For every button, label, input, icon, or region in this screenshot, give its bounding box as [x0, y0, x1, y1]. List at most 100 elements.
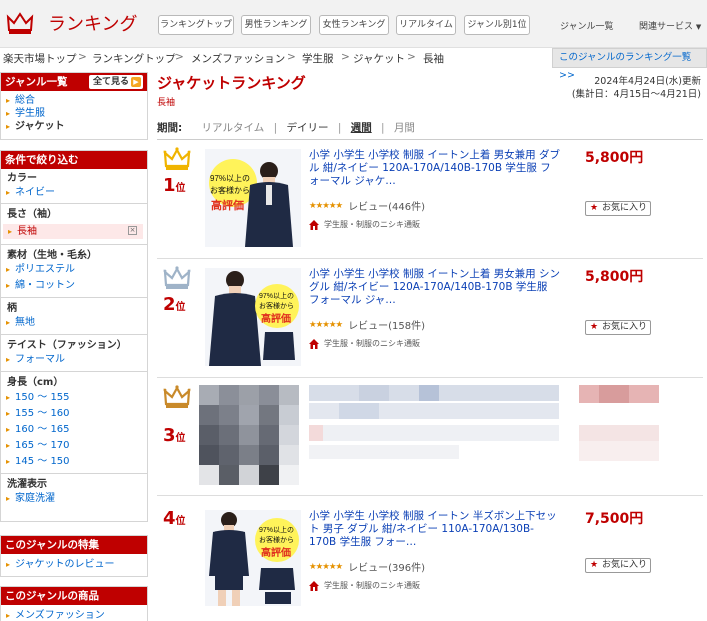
show-all-button[interactable]: 全て見る ▶ [88, 75, 143, 89]
filter-pattern-plain[interactable]: 無地 [1, 316, 147, 329]
ranking-logo[interactable]: ランキング [6, 10, 137, 36]
filter-taste-title: テイスト（ファッション） [7, 340, 127, 351]
period-daily-link[interactable]: デイリー [286, 122, 328, 134]
related-services-link[interactable]: 関連サービス ▼ [639, 19, 701, 32]
crumb-mens-fashion[interactable]: メンズファッション [191, 51, 285, 66]
ranking-item: 3位 [157, 379, 703, 496]
favorite-star-icon: ★ [590, 203, 599, 213]
arrow-right-icon: ▶ [131, 77, 141, 87]
nav-genre-first-button[interactable]: ジャンル別1位 [464, 15, 530, 35]
svg-text:97%以上の: 97%以上の [259, 291, 294, 300]
show-all-label: 全て見る [92, 77, 129, 87]
genre-item-all[interactable]: 総合 [1, 94, 147, 107]
genre-item-uniform[interactable]: 学生服 [1, 107, 147, 120]
rank-number: 2位 [163, 294, 186, 315]
feature-header: このジャンルの特集 [1, 536, 147, 554]
product-rating: ★★★★★ レビュー(396件) [309, 559, 425, 575]
genre-ranking-list-link[interactable]: このジャンルのランキング一覧 >> [552, 48, 707, 81]
page-subtag: 長袖 [157, 98, 176, 108]
svg-text:97%以上の: 97%以上の [210, 174, 250, 183]
period-divider-line [157, 139, 703, 140]
logo-text: ランキング [48, 14, 138, 35]
product-price: 7,500円 [585, 511, 644, 527]
genre-list-title: ジャンル一覧 [5, 76, 68, 88]
svg-text:97%以上の: 97%以上の [259, 525, 294, 534]
filter-pattern-title: 柄 [7, 303, 17, 314]
ranking-item: 2位 97%以上の お客様から 高評価 小学 小学生 小学校 制服 イートン上着… [157, 260, 703, 378]
updated-date: 2024年4月24日(水)更新 [594, 76, 701, 87]
add-favorite-button[interactable]: ★ お気に入り [585, 558, 651, 573]
review-count-link[interactable]: レビュー(158件) [348, 317, 425, 332]
product-title-link[interactable]: 小学 小学生 小学校 制服 イートン上着 男女兼用 シングル 紺/ネイビー 12… [309, 268, 561, 307]
filter-height-160-165[interactable]: 160 ～ 165 [1, 423, 147, 436]
review-count-link[interactable]: レビュー(446件) [348, 198, 425, 213]
product-thumbnail[interactable]: 97%以上の お客様から 高評価 [205, 149, 301, 247]
filter-height-165-170[interactable]: 165 ～ 170 [1, 439, 147, 452]
ranking-item: 1位 97%以上の お客様から 高評価 小学 小学生 小学校 制服 イートン上着… [157, 141, 703, 259]
filter-color-navy[interactable]: ネイビー [1, 186, 147, 199]
product-thumbnail[interactable]: 97%以上の お客様から 高評価 [205, 268, 301, 366]
nav-ranking-top-button[interactable]: ランキングトップ [158, 15, 234, 35]
period-realtime-link[interactable]: リアルタイム [202, 122, 265, 134]
genre-products-header: このジャンルの商品 [1, 587, 147, 605]
period-divider: | [273, 122, 278, 134]
filter-height-155-160[interactable]: 155 ～ 160 [1, 407, 147, 420]
nav-realtime-button[interactable]: リアルタイム [396, 15, 456, 35]
svg-text:お客様から: お客様から [259, 301, 294, 310]
genre-products-item-mens[interactable]: メンズファッション [1, 609, 147, 621]
crumb-jacket[interactable]: ジャケット [353, 51, 405, 66]
remove-filter-icon[interactable]: × [128, 226, 137, 235]
feature-item-jacket-review[interactable]: ジャケットのレビュー [1, 558, 147, 571]
product-title-link[interactable]: 小学 小学生 小学校 制服 イートン 半ズボン上下セット 男子 ダブル 紺/ネイ… [309, 510, 561, 549]
filter-sleeve-long[interactable]: 長袖 × [3, 224, 143, 239]
site-header: ランキング ランキングトップ 男性ランキング 女性ランキング リアルタイム ジャ… [0, 0, 707, 48]
filter-box: 条件で絞り込む カラー ネイビー 長さ（袖） 長袖 × 素材（生地・毛糸） ポリ… [0, 150, 148, 522]
filter-height-145-150[interactable]: 145 ～ 150 [1, 455, 147, 468]
nav-female-ranking-button[interactable]: 女性ランキング [319, 15, 389, 35]
filter-wash-home[interactable]: 家庭洗濯 [1, 492, 147, 505]
star-rating-icon: ★★★★★ [309, 319, 343, 330]
related-services-label: 関連サービス [639, 22, 694, 32]
filter-material-title: 素材（生地・毛糸） [7, 250, 97, 261]
crumb-separator: > [341, 51, 350, 63]
crumb-rakuten-top[interactable]: 楽天市場トップ [3, 51, 77, 66]
shop-link[interactable]: 学生服・制服のニシキ通販 [309, 338, 420, 349]
favorite-star-icon: ★ [590, 322, 599, 332]
rank-number: 4位 [163, 508, 186, 529]
product-price: 5,800円 [585, 269, 644, 285]
shop-link[interactable]: 学生服・制服のニシキ通販 [309, 219, 420, 230]
period-range: (集計日：4月15日～4月21日) [571, 89, 701, 100]
product-title-link[interactable]: 小学 小学生 小学校 制服 イートン上着 男女兼用 ダブル 紺/ネイビー 120… [309, 149, 561, 188]
crumb-school-uniform[interactable]: 学生服 [302, 51, 334, 66]
review-count-link[interactable]: レビュー(396件) [348, 559, 425, 574]
nav-male-ranking-button[interactable]: 男性ランキング [241, 15, 311, 35]
shop-link[interactable]: 学生服・制服のニシキ通販 [309, 580, 420, 591]
crumb-ranking-top[interactable]: ランキングトップ [92, 51, 176, 66]
svg-text:お客様から: お客様から [259, 535, 294, 544]
period-divider: | [381, 122, 385, 134]
filter-header: 条件で絞り込む [1, 151, 147, 169]
shop-name: 学生服・制服のニシキ通販 [324, 220, 420, 229]
add-favorite-button[interactable]: ★ お気に入り [585, 201, 651, 216]
blurred-product-area [199, 385, 659, 485]
period-weekly-tab[interactable]: 週間 [351, 122, 372, 134]
filter-height-150-155[interactable]: 150 ～ 155 [1, 391, 147, 404]
update-info: 2024年4月24日(水)更新 (集計日：4月15日～4月21日) [572, 75, 701, 101]
filter-taste-formal[interactable]: フォーマル [1, 353, 147, 366]
chevron-down-icon: ▼ [695, 23, 702, 31]
crumb-separator: > [175, 51, 184, 63]
shop-house-icon [309, 338, 319, 349]
genre-list-link[interactable]: ジャンル一覧 [560, 19, 614, 32]
product-thumbnail[interactable]: 97%以上の お客様から 高評価 [205, 510, 301, 606]
filter-sleeve-title: 長さ（袖） [7, 209, 57, 220]
gold-crown-icon [163, 147, 191, 170]
add-favorite-button[interactable]: ★ お気に入り [585, 320, 651, 335]
svg-text:高評価: 高評価 [211, 198, 244, 212]
feature-box: このジャンルの特集 ジャケットのレビュー [0, 535, 148, 577]
period-monthly-link[interactable]: 月間 [394, 122, 415, 134]
filter-material-polyester[interactable]: ポリエステル [1, 263, 147, 276]
filter-material-cotton[interactable]: 綿・コットン [1, 279, 147, 292]
crown-logo-icon [6, 12, 34, 34]
silver-crown-icon [163, 266, 191, 289]
crumb-separator: > [407, 51, 416, 63]
